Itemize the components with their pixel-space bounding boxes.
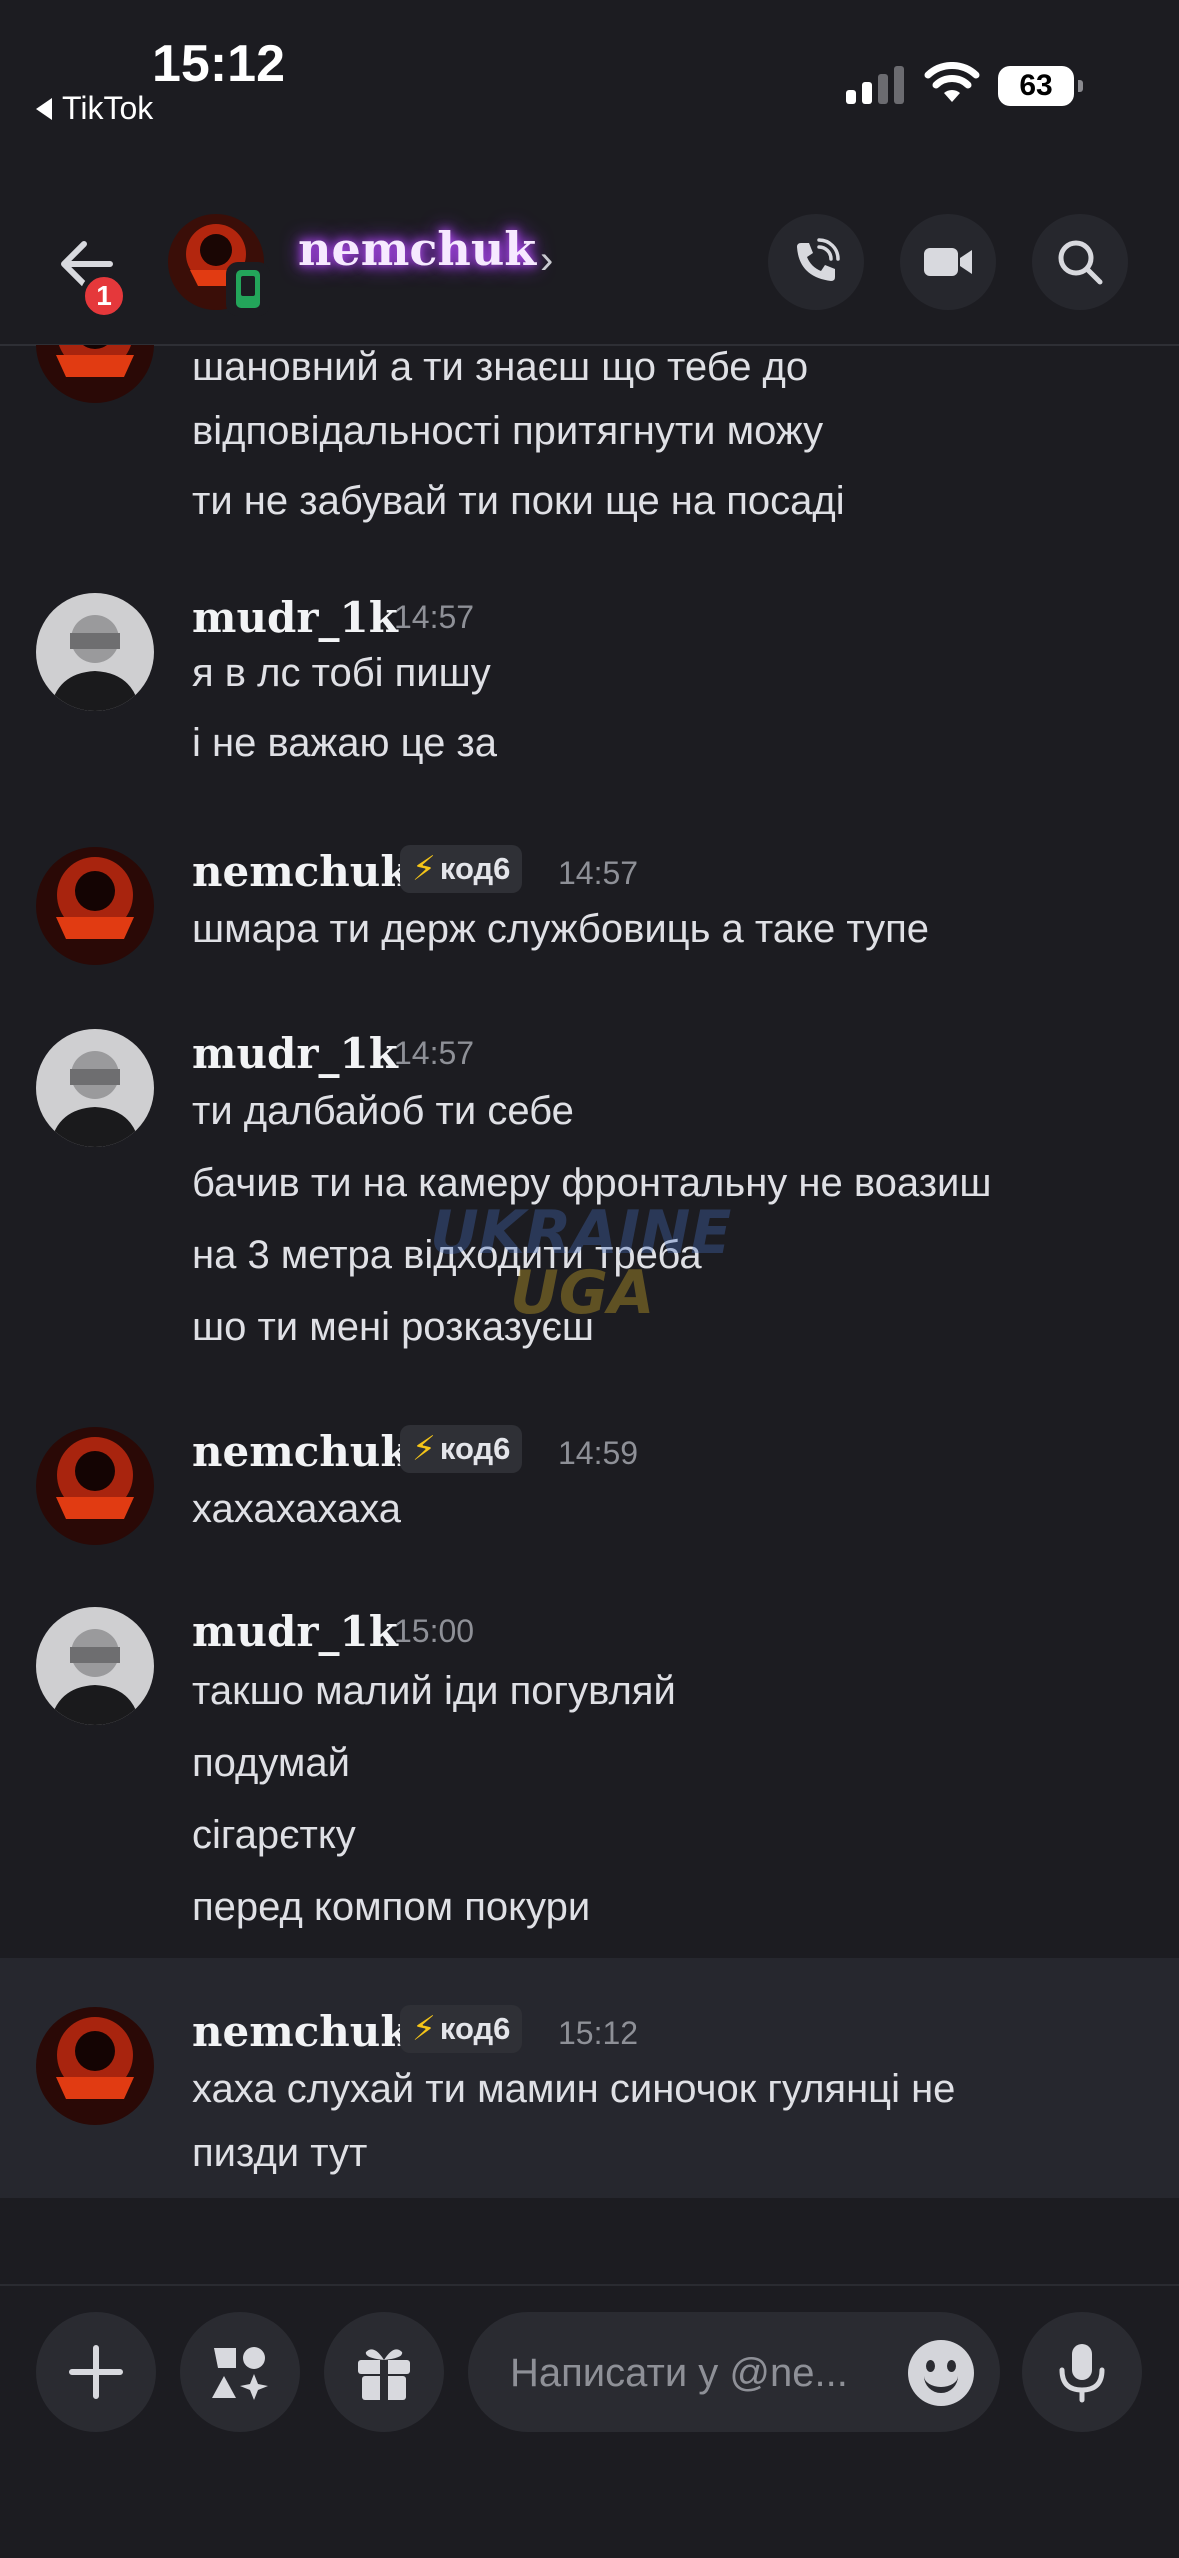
back-to-app-link[interactable]: TikTok: [36, 90, 153, 127]
message-line: пизди тут: [192, 2131, 368, 2175]
plus-icon: [69, 2345, 123, 2399]
message-line: такшо малий іди погувляй: [192, 1669, 676, 1713]
lightning-icon: ⚡: [412, 850, 436, 888]
chevron-right-icon[interactable]: ›: [540, 238, 553, 283]
gift-icon: [358, 2349, 410, 2400]
role-tag[interactable]: ⚡ код6: [400, 845, 523, 893]
username[interactable]: mudr_1k: [192, 1607, 398, 1656]
message-line: хахахахаха: [192, 1487, 401, 1531]
lightning-icon: ⚡: [412, 2010, 436, 2048]
message-line: я в лс тобі пишу: [192, 651, 491, 695]
message-timestamp: 15:00: [394, 1613, 475, 1649]
cellular-signal-icon: [846, 66, 904, 104]
message-line: сігарєтку: [192, 1813, 356, 1857]
nimzi-logo-icon: [36, 847, 154, 965]
message-timestamp: 14:57: [394, 1035, 475, 1071]
phone-icon: [797, 238, 840, 281]
back-app-label: TikTok: [62, 90, 154, 126]
back-triangle-icon: [36, 97, 52, 120]
nemchuk-avatar[interactable]: [36, 1427, 154, 1545]
username[interactable]: nemchuk: [192, 847, 409, 896]
add-attachment-button[interactable]: [36, 2312, 156, 2432]
nimzi-logo-icon: [36, 345, 154, 403]
message-line: ти не забувай ти поки ще на посаді: [192, 479, 845, 523]
mudr-avatar[interactable]: [36, 1029, 154, 1147]
username[interactable]: mudr_1k: [192, 593, 398, 642]
nimzi-logo-icon: [36, 1427, 154, 1545]
message-list[interactable]: шановний а ти знаєш що тебе до відповіда…: [0, 345, 1179, 2285]
lightning-icon: ⚡: [412, 1430, 436, 1468]
mudr-avatar[interactable]: [36, 593, 154, 711]
message-composer: [0, 2284, 1179, 2558]
user-photo-icon: [36, 1029, 154, 1147]
message-timestamp: 14:59: [558, 1435, 639, 1471]
message-line: ти далбайоб ти себе: [192, 1089, 574, 1133]
nimzi-logo-icon: [36, 2007, 154, 2125]
watermark-line: UGA: [510, 1258, 655, 1328]
message-line: подумай: [192, 1741, 351, 1785]
video-call-button[interactable]: [900, 214, 996, 310]
role-tag[interactable]: ⚡ код6: [400, 2005, 523, 2053]
username[interactable]: nemchuk: [192, 1427, 409, 1476]
role-label: код6: [439, 1431, 511, 1466]
nemchuk-avatar[interactable]: [36, 345, 154, 403]
nemchuk-avatar[interactable]: [36, 2007, 154, 2125]
mudr-avatar[interactable]: [36, 1607, 154, 1725]
apps-shapes-icon: [212, 2347, 268, 2400]
emoji-smile-icon[interactable]: [908, 2340, 974, 2406]
message-timestamp: 14:57: [394, 599, 475, 635]
message-line: і не важаю це за: [192, 721, 498, 765]
wifi-icon: [924, 62, 980, 102]
role-tag[interactable]: ⚡ код6: [400, 1425, 523, 1473]
video-camera-icon: [924, 248, 972, 276]
message-timestamp: 15:12: [558, 2015, 639, 2051]
user-photo-icon: [36, 1607, 154, 1725]
search-icon: [1058, 240, 1103, 285]
message-line: хаха слухай ти мамин синочок гулянці не: [192, 2067, 956, 2111]
battery-indicator: 63: [998, 66, 1083, 106]
user-photo-icon: [36, 593, 154, 711]
apps-button[interactable]: [180, 2312, 300, 2432]
search-button[interactable]: [1032, 214, 1128, 310]
message-timestamp: 14:57: [558, 855, 639, 891]
message-input-wrapper[interactable]: [468, 2312, 1000, 2434]
status-time: 15:12: [152, 35, 285, 93]
status-bar: 15:12 TikTok 63: [0, 0, 1179, 150]
message-line: відповідальності притягнути можу: [192, 409, 824, 453]
mobile-status-icon: [226, 262, 270, 316]
voice-call-button[interactable]: [768, 214, 864, 310]
watermark: UKRAINE UGA: [430, 1203, 731, 1323]
username[interactable]: nemchuk: [192, 2007, 409, 2056]
message-input[interactable]: [508, 2312, 892, 2434]
role-label: код6: [439, 2011, 511, 2046]
nemchuk-avatar[interactable]: [36, 847, 154, 965]
message-line: шмара ти держ службовиць а таке тупе: [192, 907, 929, 951]
voice-message-button[interactable]: [1022, 2312, 1142, 2432]
gift-button[interactable]: [324, 2312, 444, 2432]
microphone-icon: [1059, 2344, 1105, 2403]
role-label: код6: [439, 851, 511, 886]
username[interactable]: mudr_1k: [192, 1029, 398, 1078]
message-line: шановний а ти знаєш що тебе до: [192, 345, 809, 389]
message-line: перед компом покури: [192, 1885, 591, 1929]
channel-name[interactable]: nemchuk: [298, 222, 536, 276]
chat-header: 1 nemchuk ›: [0, 200, 1179, 346]
unread-badge: 1: [80, 272, 128, 320]
